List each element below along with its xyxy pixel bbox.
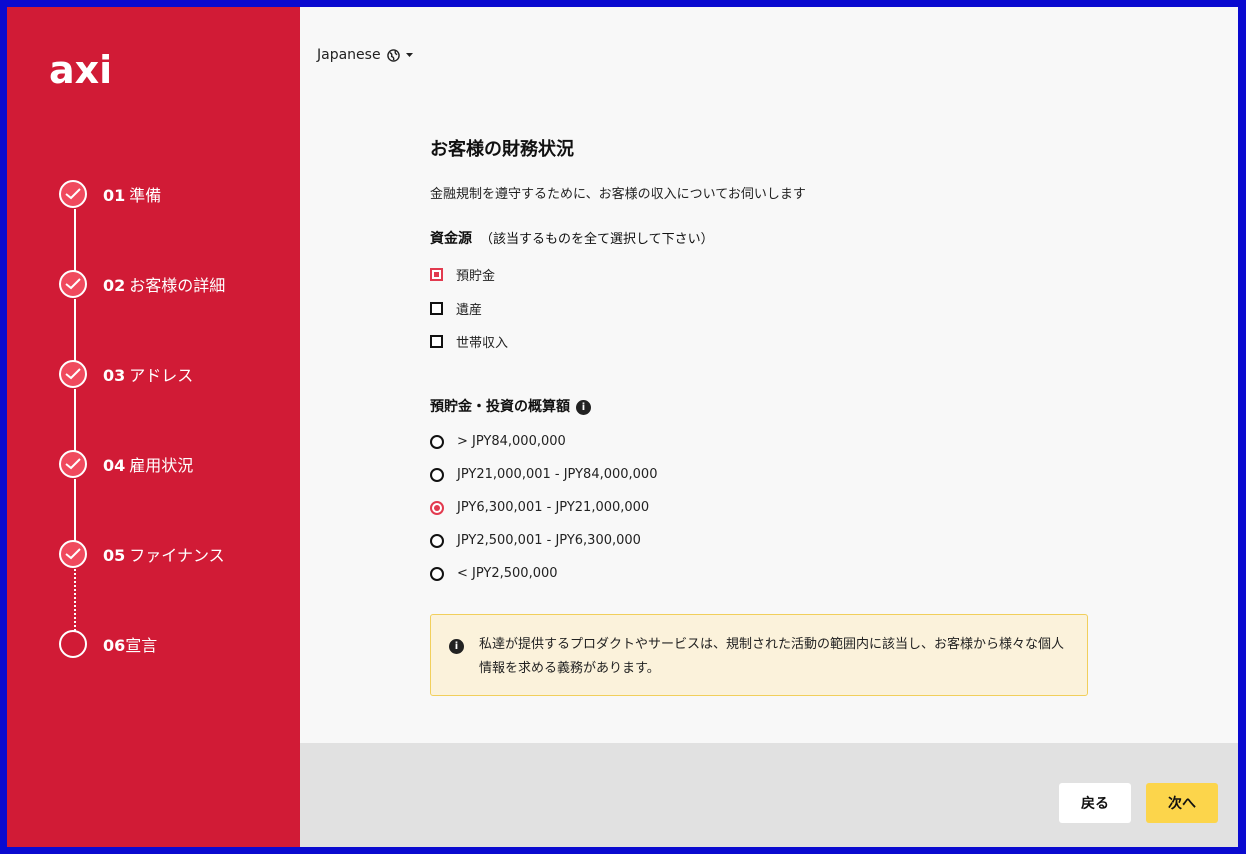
checkbox[interactable]: [430, 302, 443, 315]
radio-button[interactable]: [430, 566, 444, 581]
step-4: 04 雇用状況: [59, 450, 193, 478]
savings-option[interactable]: JPY2,500,001 - JPY6,300,000: [430, 533, 641, 548]
info-icon[interactable]: i: [576, 399, 591, 415]
radio-button[interactable]: [430, 467, 444, 482]
step-connector: [74, 479, 76, 541]
step-connector: [74, 389, 76, 451]
caret-down-icon: [405, 52, 413, 57]
checkbox-checked[interactable]: [430, 268, 443, 281]
step-connector-pending: [74, 569, 76, 631]
back-button[interactable]: 戻る: [1059, 783, 1131, 823]
step-5: 05 ファイナンス: [59, 540, 225, 568]
next-button[interactable]: 次へ: [1146, 783, 1218, 823]
step-connector: [74, 209, 76, 271]
savings-option[interactable]: JPY21,000,001 - JPY84,000,000: [430, 467, 657, 482]
step-1: 01 準備: [59, 180, 161, 208]
funds-source-heading: 資金源 （該当するものを全て選択して下さい）: [430, 231, 714, 247]
radio-button-selected[interactable]: [430, 500, 444, 515]
checkbox[interactable]: [430, 335, 443, 348]
check-icon: [59, 450, 87, 478]
step-6: 06宣言: [59, 630, 157, 658]
step-2: 02 お客様の詳細: [59, 270, 225, 298]
funds-option-savings[interactable]: 預貯金: [430, 265, 495, 284]
info-notice: i 私達が提供するプロダクトやサービスは、規制された活動の範囲内に該当し、お客様…: [430, 614, 1088, 696]
savings-option-selected[interactable]: JPY6,300,001 - JPY21,000,000: [430, 500, 649, 515]
check-icon: [59, 180, 87, 208]
savings-option[interactable]: < JPY2,500,000: [430, 566, 558, 581]
svg-text:axi: axi: [49, 48, 112, 90]
main-content: Japanese お客様の財務状況 金融規制を遵守するために、お客様の収入につい…: [300, 7, 1238, 743]
language-selector[interactable]: Japanese: [317, 47, 413, 63]
step-connector: [74, 299, 76, 361]
check-icon: [59, 360, 87, 388]
progress-sidebar: axi 01 準備 02 お客様の詳細 03 アドレス 04 雇用状況 05 フ…: [7, 7, 300, 847]
empty-circle-icon: [59, 630, 87, 658]
funds-option-inheritance[interactable]: 遺産: [430, 299, 482, 318]
page-title: お客様の財務状況: [430, 139, 574, 160]
axi-logo: axi: [49, 48, 112, 90]
radio-button[interactable]: [430, 533, 444, 548]
page-subtitle: 金融規制を遵守するために、お客様の収入についてお伺いします: [430, 187, 806, 202]
footer-bar: 戻る 次へ: [300, 743, 1238, 847]
globe-icon: [386, 48, 400, 62]
notice-text: 私達が提供するプロダクトやサービスは、規制された活動の範囲内に該当し、お客様から…: [479, 637, 1065, 676]
savings-heading: 預貯金・投資の概算額 i: [430, 396, 591, 416]
step-3: 03 アドレス: [59, 360, 193, 388]
language-label: Japanese: [317, 47, 381, 63]
savings-option[interactable]: > JPY84,000,000: [430, 434, 566, 449]
app-window: axi 01 準備 02 お客様の詳細 03 アドレス 04 雇用状況 05 フ…: [7, 7, 1238, 847]
check-icon: [59, 540, 87, 568]
check-icon: [59, 270, 87, 298]
funds-option-household-income[interactable]: 世帯収入: [430, 332, 508, 351]
info-icon: i: [449, 639, 464, 654]
radio-button[interactable]: [430, 434, 444, 449]
